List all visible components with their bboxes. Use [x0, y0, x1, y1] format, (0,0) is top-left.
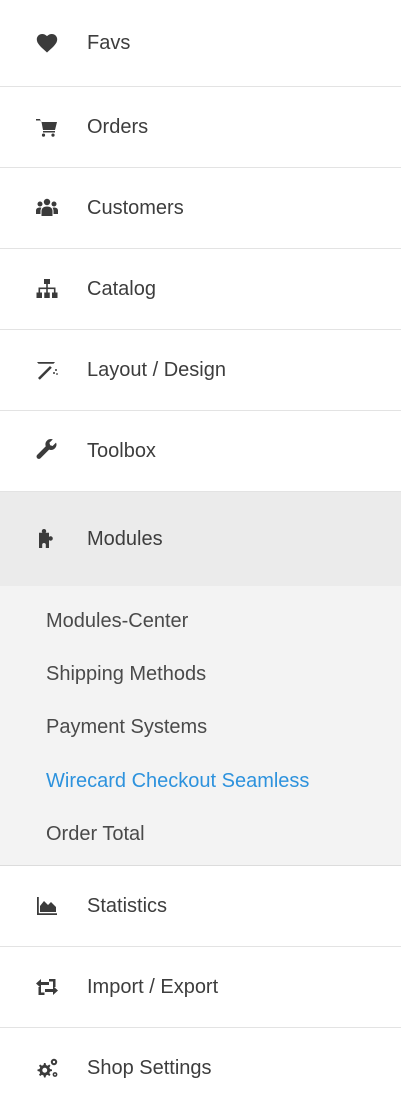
nav-item-modules[interactable]: Modules [0, 492, 401, 586]
area-chart-icon [34, 893, 60, 919]
submenu-item-shipping-methods[interactable]: Shipping Methods [46, 663, 206, 686]
nav-item-orders[interactable]: Orders [0, 87, 401, 168]
puzzle-icon [34, 526, 60, 552]
nav-item-statistics[interactable]: Statistics [0, 866, 401, 947]
submenu-item-modules-center[interactable]: Modules-Center [46, 610, 188, 633]
nav-item-label: Toolbox [87, 439, 156, 462]
nav-item-shop-settings[interactable]: Shop Settings [0, 1028, 401, 1109]
nav-item-label: Statistics [87, 894, 168, 917]
magic-wand-icon [34, 357, 60, 383]
submenu-item-order-total[interactable]: Order Total [46, 823, 145, 846]
nav-item-label: Layout / Design [87, 358, 226, 381]
submenu-item-payment-systems[interactable]: Payment Systems [46, 716, 207, 739]
nav-item-label: Customers [87, 196, 184, 219]
nav-item-label: Import / Export [87, 975, 219, 998]
nav-item-label: Catalog [87, 277, 156, 300]
submenu-item-wirecard-checkout-seamless[interactable]: Wirecard Checkout Seamless [46, 770, 309, 793]
sitemap-icon [34, 276, 60, 302]
nav-item-customers[interactable]: Customers [0, 168, 401, 249]
nav-item-layout-design[interactable]: Layout / Design [0, 330, 401, 411]
cogs-icon [34, 1056, 60, 1082]
wrench-icon [34, 438, 60, 464]
nav-item-catalog[interactable]: Catalog [0, 249, 401, 330]
admin-sidebar-nav: Favs Orders Customers Catalog Layout / D… [0, 0, 401, 1109]
nav-item-toolbox[interactable]: Toolbox [0, 411, 401, 492]
nav-item-label: Favs [87, 31, 131, 54]
nav-item-import-export[interactable]: Import / Export [0, 947, 401, 1028]
nav-item-label: Shop Settings [87, 1057, 212, 1079]
modules-submenu: Modules-Center Shipping Methods Payment … [0, 586, 401, 866]
nav-item-label: Orders [87, 115, 149, 138]
heart-icon [34, 30, 60, 56]
users-icon [34, 195, 60, 221]
exchange-icon [34, 974, 60, 1000]
shopping-cart-icon [34, 114, 60, 140]
nav-item-label: Modules [87, 527, 163, 550]
nav-item-favs[interactable]: Favs [0, 0, 401, 87]
